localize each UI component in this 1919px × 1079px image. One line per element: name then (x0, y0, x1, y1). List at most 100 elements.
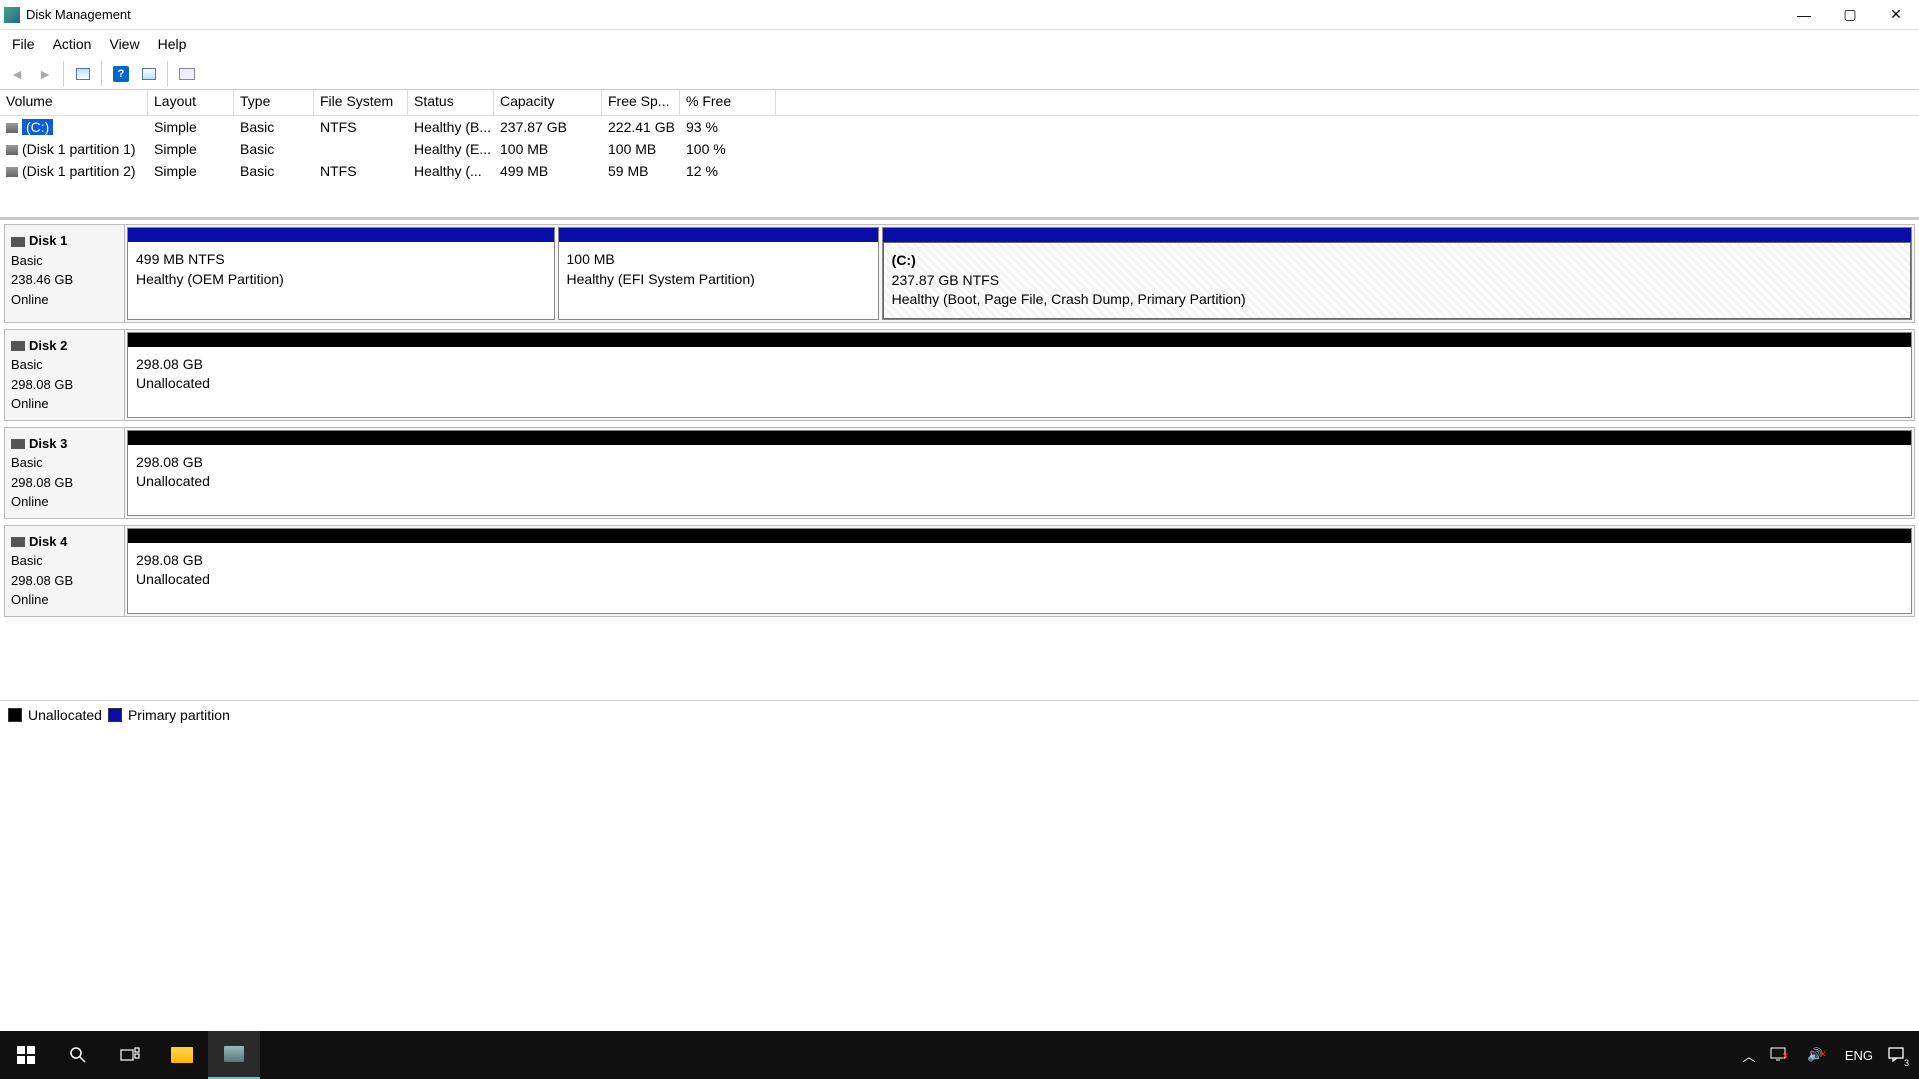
partition-body: 298.08 GBUnallocated (128, 347, 1911, 417)
volume-list: Volume Layout Type File System Status Ca… (0, 90, 1919, 220)
col-filesystem[interactable]: File System (314, 90, 408, 115)
swatch-primary (108, 708, 122, 722)
partition[interactable]: 499 MB NTFSHealthy (OEM Partition) (127, 227, 555, 320)
partition-area: 499 MB NTFSHealthy (OEM Partition)100 MB… (125, 225, 1914, 322)
menu-file[interactable]: File (4, 32, 45, 56)
disk-row: Disk 4Basic298.08 GBOnline298.08 GBUnall… (4, 525, 1915, 617)
col-status[interactable]: Status (408, 90, 494, 115)
partition-area: 298.08 GBUnallocated (125, 330, 1914, 420)
partition-body: 298.08 GBUnallocated (128, 543, 1911, 613)
disk-info[interactable]: Disk 3Basic298.08 GBOnline (5, 428, 125, 518)
partition-color-bar (128, 228, 554, 242)
cell-pfree: 100 % (680, 141, 776, 157)
tray-volume-icon[interactable]: 🔊✕ (1807, 1047, 1831, 1063)
toolbar-separator (63, 61, 65, 87)
partition-color-bar (559, 228, 878, 242)
disk-info[interactable]: Disk 4Basic298.08 GBOnline (5, 526, 125, 616)
partition[interactable]: 298.08 GBUnallocated (127, 528, 1912, 614)
cell-volume: (Disk 1 partition 2) (0, 163, 148, 179)
cell-pfree: 93 % (680, 119, 776, 135)
cell-free: 222.41 GB (602, 119, 680, 135)
column-headers: Volume Layout Type File System Status Ca… (0, 90, 1919, 116)
disk-row: Disk 1Basic238.46 GBOnline499 MB NTFSHea… (4, 224, 1915, 323)
cell-capacity: 237.87 GB (494, 119, 602, 135)
partition[interactable]: 298.08 GBUnallocated (127, 430, 1912, 516)
toolbar-separator (101, 61, 103, 87)
maximize-button[interactable]: ▢ (1827, 0, 1873, 30)
cell-type: Basic (234, 141, 314, 157)
cell-layout: Simple (148, 141, 234, 157)
disk-info[interactable]: Disk 2Basic298.08 GBOnline (5, 330, 125, 420)
taskbar: ︿ ✕ 🔊✕ ENG 3 (0, 1031, 1919, 1079)
tray-language[interactable]: ENG (1845, 1048, 1873, 1063)
menu-help[interactable]: Help (150, 32, 197, 56)
disk-row: Disk 2Basic298.08 GBOnline298.08 GBUnall… (4, 329, 1915, 421)
cell-status: Healthy (E... (408, 141, 494, 157)
disk-row: Disk 3Basic298.08 GBOnline298.08 GBUnall… (4, 427, 1915, 519)
col-volume[interactable]: Volume (0, 90, 148, 115)
partition[interactable]: 298.08 GBUnallocated (127, 332, 1912, 418)
refresh-button[interactable] (70, 61, 96, 87)
partition-color-bar (883, 228, 1911, 242)
taskview-button[interactable] (104, 1031, 156, 1079)
partition[interactable]: 100 MBHealthy (EFI System Partition) (558, 227, 879, 320)
cell-fs: NTFS (314, 119, 408, 135)
tray-notifications-icon[interactable]: 3 (1887, 1045, 1905, 1066)
partition-color-bar (128, 333, 1911, 347)
search-button[interactable] (52, 1031, 104, 1079)
volume-row[interactable]: (C:)SimpleBasicNTFSHealthy (B...237.87 G… (0, 116, 1919, 138)
forward-button[interactable]: ► (32, 61, 58, 87)
file-explorer-button[interactable] (156, 1031, 208, 1079)
partition-color-bar (128, 431, 1911, 445)
col-type[interactable]: Type (234, 90, 314, 115)
menu-action[interactable]: Action (45, 32, 102, 56)
cell-fs: NTFS (314, 163, 408, 179)
col-layout[interactable]: Layout (148, 90, 234, 115)
volume-row[interactable]: (Disk 1 partition 2)SimpleBasicNTFSHealt… (0, 160, 1919, 182)
partition-body: 499 MB NTFSHealthy (OEM Partition) (128, 242, 554, 319)
disk-icon (11, 537, 25, 547)
cell-capacity: 499 MB (494, 163, 602, 179)
disk-icon (11, 237, 25, 247)
menu-view[interactable]: View (101, 32, 149, 56)
legend-unallocated: Unallocated (28, 707, 102, 723)
col-freespace[interactable]: Free Sp... (602, 90, 680, 115)
disk-icon (11, 439, 25, 449)
properties-button[interactable] (136, 61, 162, 87)
toolbar: ◄ ► ? (0, 58, 1919, 90)
partition-area: 298.08 GBUnallocated (125, 428, 1914, 518)
start-button[interactable] (0, 1031, 52, 1079)
partition-body: 298.08 GBUnallocated (128, 445, 1911, 515)
col-percentfree[interactable]: % Free (680, 90, 776, 115)
disk-graphical-view[interactable]: Disk 1Basic238.46 GBOnline499 MB NTFSHea… (0, 220, 1919, 700)
cell-free: 59 MB (602, 163, 680, 179)
col-capacity[interactable]: Capacity (494, 90, 602, 115)
tray-network-icon[interactable]: ✕ (1770, 1047, 1794, 1064)
window-title: Disk Management (26, 7, 1781, 22)
cell-volume: (C:) (0, 119, 148, 135)
close-button[interactable]: ✕ (1873, 0, 1919, 30)
back-button[interactable]: ◄ (4, 61, 30, 87)
legend-primary: Primary partition (128, 707, 230, 723)
cell-type: Basic (234, 163, 314, 179)
cell-volume: (Disk 1 partition 1) (0, 141, 148, 157)
cell-capacity: 100 MB (494, 141, 602, 157)
partition-body: (C:)237.87 GB NTFSHealthy (Boot, Page Fi… (883, 242, 1911, 319)
tray-chevron-icon[interactable]: ︿ (1743, 1046, 1756, 1065)
notification-count: 3 (1904, 1058, 1909, 1068)
titlebar: Disk Management — ▢ ✕ (0, 0, 1919, 30)
disk-info[interactable]: Disk 1Basic238.46 GBOnline (5, 225, 125, 322)
legend: Unallocated Primary partition (0, 700, 1919, 728)
settings-button[interactable] (174, 61, 200, 87)
minimize-button[interactable]: — (1781, 0, 1827, 30)
cell-status: Healthy (B... (408, 119, 494, 135)
partition[interactable]: (C:)237.87 GB NTFSHealthy (Boot, Page Fi… (882, 227, 1912, 320)
volume-row[interactable]: (Disk 1 partition 1)SimpleBasic Healthy (… (0, 138, 1919, 160)
partition-area: 298.08 GBUnallocated (125, 526, 1914, 616)
system-tray: ︿ ✕ 🔊✕ ENG 3 (1743, 1045, 1919, 1066)
disk-management-taskbar-button[interactable] (208, 1031, 260, 1079)
cell-status: Healthy (... (408, 163, 494, 179)
help-button[interactable]: ? (108, 61, 134, 87)
cell-layout: Simple (148, 119, 234, 135)
toolbar-separator (167, 61, 169, 87)
